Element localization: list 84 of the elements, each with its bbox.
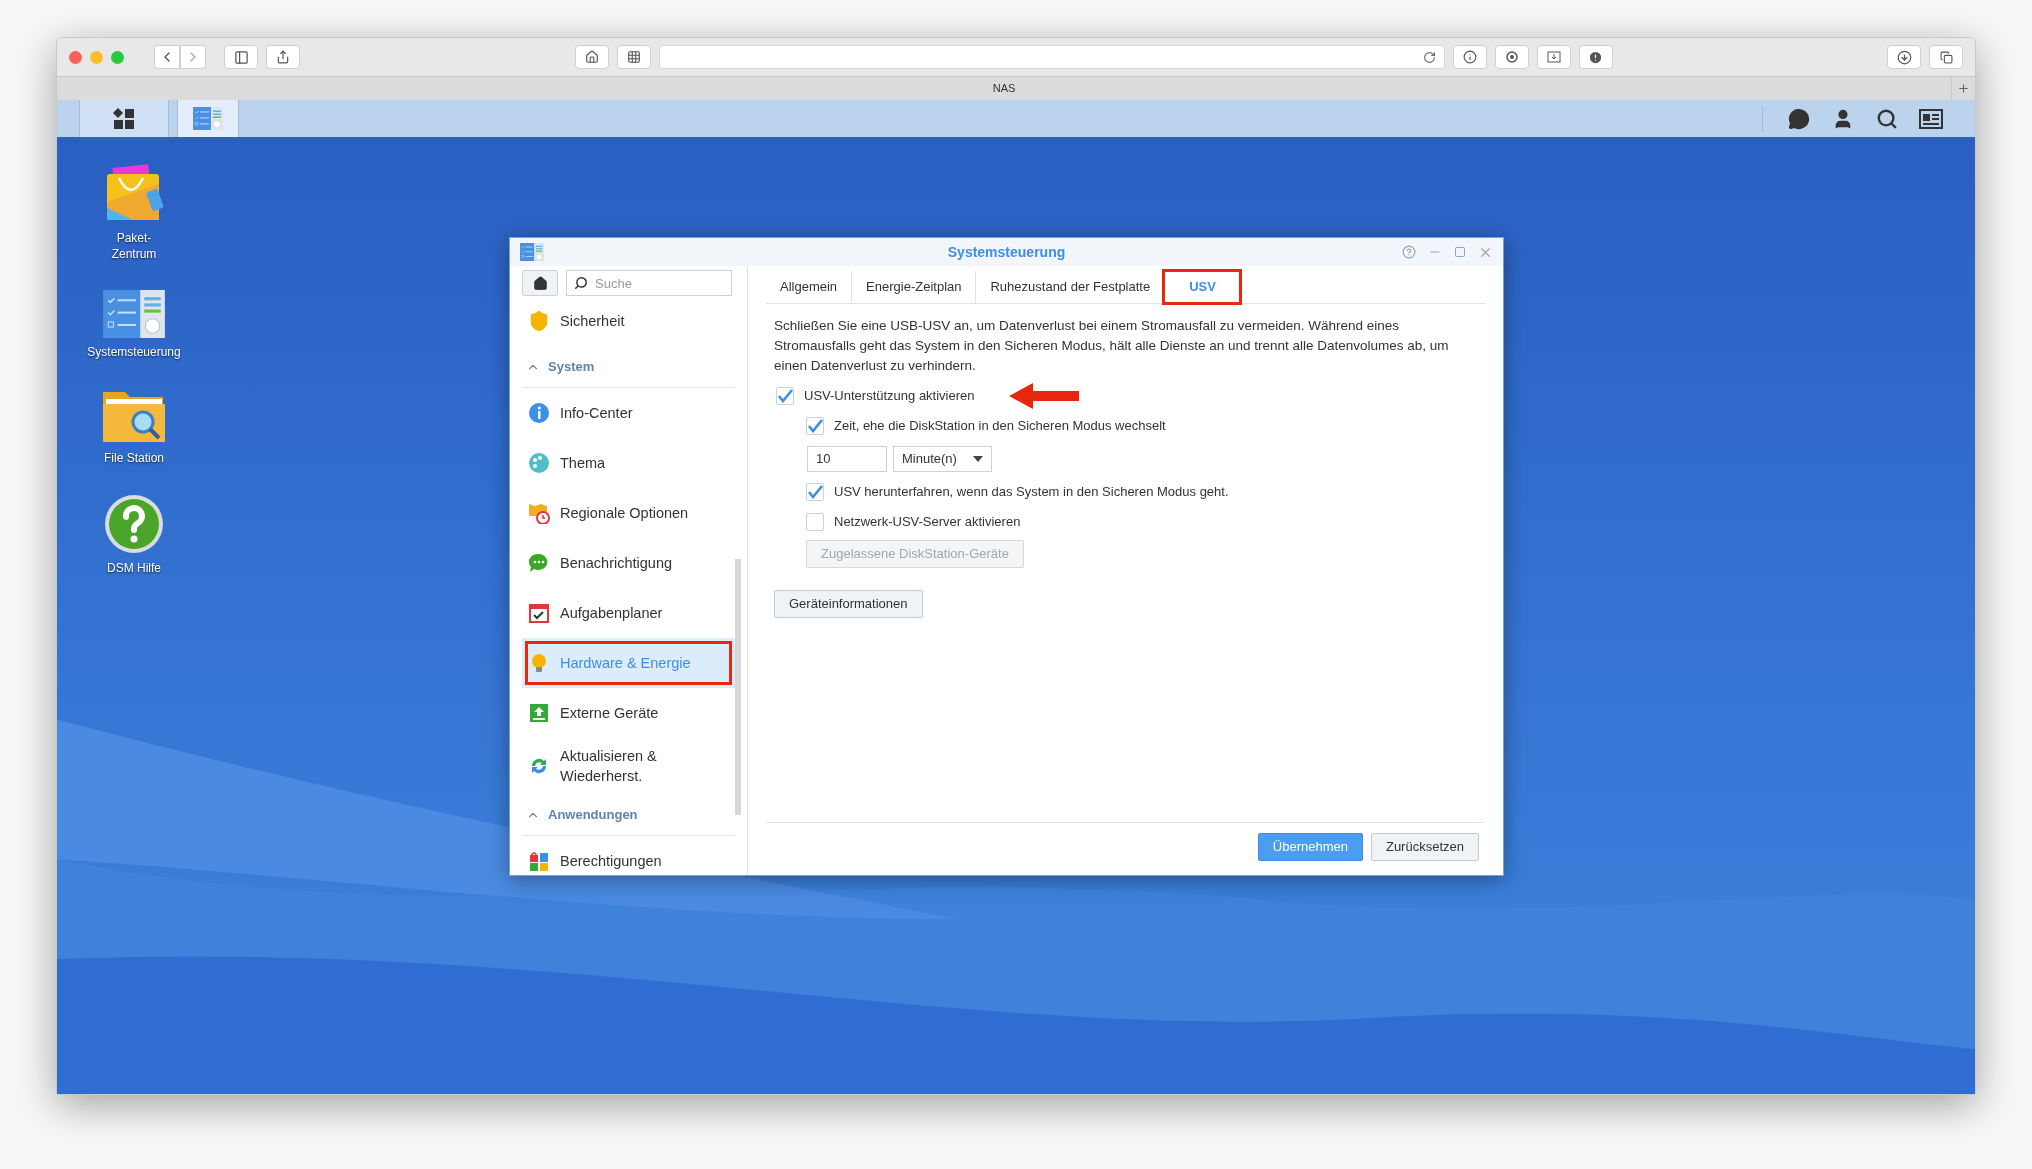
home-icon [584,50,599,64]
scrollbar[interactable] [735,559,741,815]
map-clock-icon [528,502,550,524]
tab[interactable]: Allgemein [766,271,852,303]
home-icon [532,275,548,291]
control-panel-button[interactable] [177,100,239,137]
grid-button[interactable] [616,45,651,69]
search-icon [1876,107,1898,130]
arrow-icon [1008,383,1079,409]
info-icon [528,402,550,424]
shield-icon [528,310,550,332]
sidebar-item[interactable]: Externe Geräte [522,688,735,738]
chat-bubble-icon [528,552,550,574]
checkbox[interactable] [806,417,824,435]
help-icon[interactable] [1402,245,1416,259]
sidebar-item[interactable]: Sicherheit [522,296,735,346]
share-button[interactable] [266,45,300,69]
alert-icon [1588,49,1603,65]
card-icon [1919,108,1943,129]
option-label: Netzwerk-USV-Server aktivieren [834,513,1021,532]
sidebar-item[interactable]: Thema [522,438,735,488]
desktop-icon-label[interactable]: Paket- [116,230,152,246]
device-info-button[interactable]: Geräteinformationen [774,590,923,618]
sidebar-item[interactable]: Benachrichtigung [522,538,735,588]
description-text: Schließen Sie eine USB-USV an, um Datenverlust bei einem Stromausfall zu vermeiden. Während eines Stromausfalls geht das System in den Sicheren Modus, hält alle Dienste an und trennt alle Datenvolumes ab, um einen Datenverlust zu verhindern. [773,317,1450,375]
desktop-icon-label[interactable]: DSM Hilfe [107,560,161,577]
option-label: Zeit, ehe die DiskStation in den Sicheren Modus wechselt [834,417,1166,436]
search-icon [574,276,588,290]
reader-button[interactable] [1536,45,1571,69]
sidebar-item[interactable]: Aufgabenplaner [522,588,735,638]
home-button[interactable] [522,270,558,296]
grid-icon [113,107,135,130]
download-box-icon [1546,51,1561,63]
password-button[interactable] [1452,45,1487,69]
maximize-icon[interactable] [1454,246,1466,258]
sidebar-icon [233,49,249,65]
control-panel-icon [193,106,223,131]
desktop-icon-label[interactable]: Zentrum [111,246,157,262]
option-label: USV-Unterstützung aktivieren [804,387,975,406]
section-label: Anwendungen [548,805,638,824]
tabs-icon [1939,50,1953,64]
unit-dropdown[interactable]: Minute(n) [893,446,992,472]
reload-icon[interactable] [1422,50,1436,64]
share-icon [276,50,290,64]
control-panel-icon [103,290,165,339]
plus-icon [1957,82,1970,95]
target-icon [1504,50,1519,64]
tab[interactable]: Energie-Zeitplan [851,271,976,303]
grid-icon [626,50,641,64]
close-window-button[interactable] [69,50,82,64]
palette-icon [528,452,550,474]
download-icon [1896,49,1912,65]
tabs-button[interactable] [1929,45,1963,69]
zoom-window-button[interactable] [111,50,124,64]
minutes-field[interactable]: 10 [807,446,887,472]
calendar-check-icon [528,602,550,624]
desktop-icon-label[interactable]: File Station [104,450,164,467]
question-mark-icon [104,494,164,555]
desktop-icon-label[interactable]: Systemsteuerung [87,344,181,361]
window-title: Systemsteuerung [947,242,1066,262]
extension-button[interactable] [1494,45,1529,69]
sidebar-item[interactable]: Info-Center [522,388,735,438]
sidebar-item[interactable]: Aktualisieren & Wiederherst. [522,738,735,794]
checkbox[interactable] [806,483,824,501]
caret-icon [973,456,983,462]
checkbox[interactable] [776,387,794,405]
sidebar-button[interactable] [224,45,258,69]
chat-icon [1788,107,1810,130]
tab[interactable]: Ruhezustand der Festplatte [975,271,1165,303]
sidebar-item[interactable]: Berechtigungen [522,836,735,886]
info-icon [1462,50,1477,64]
main-menu-button[interactable] [79,100,169,137]
option-label: USV herunterfahren, wenn das System in den Sicheren Modus geht. [834,483,1229,502]
downloads-button[interactable] [1887,45,1921,69]
control-panel-icon [520,242,544,262]
reset-button[interactable]: Zurücksetzen [1370,833,1479,861]
section-label: System [548,357,595,376]
sidebar-item[interactable]: Regionale Optionen [522,488,735,538]
lock-grid-icon [528,850,550,872]
upload-icon [528,702,550,724]
checkbox[interactable] [806,513,824,531]
alert-button[interactable] [1578,45,1613,69]
search-field[interactable]: Suche [566,270,732,296]
back-button[interactable] [154,45,180,69]
